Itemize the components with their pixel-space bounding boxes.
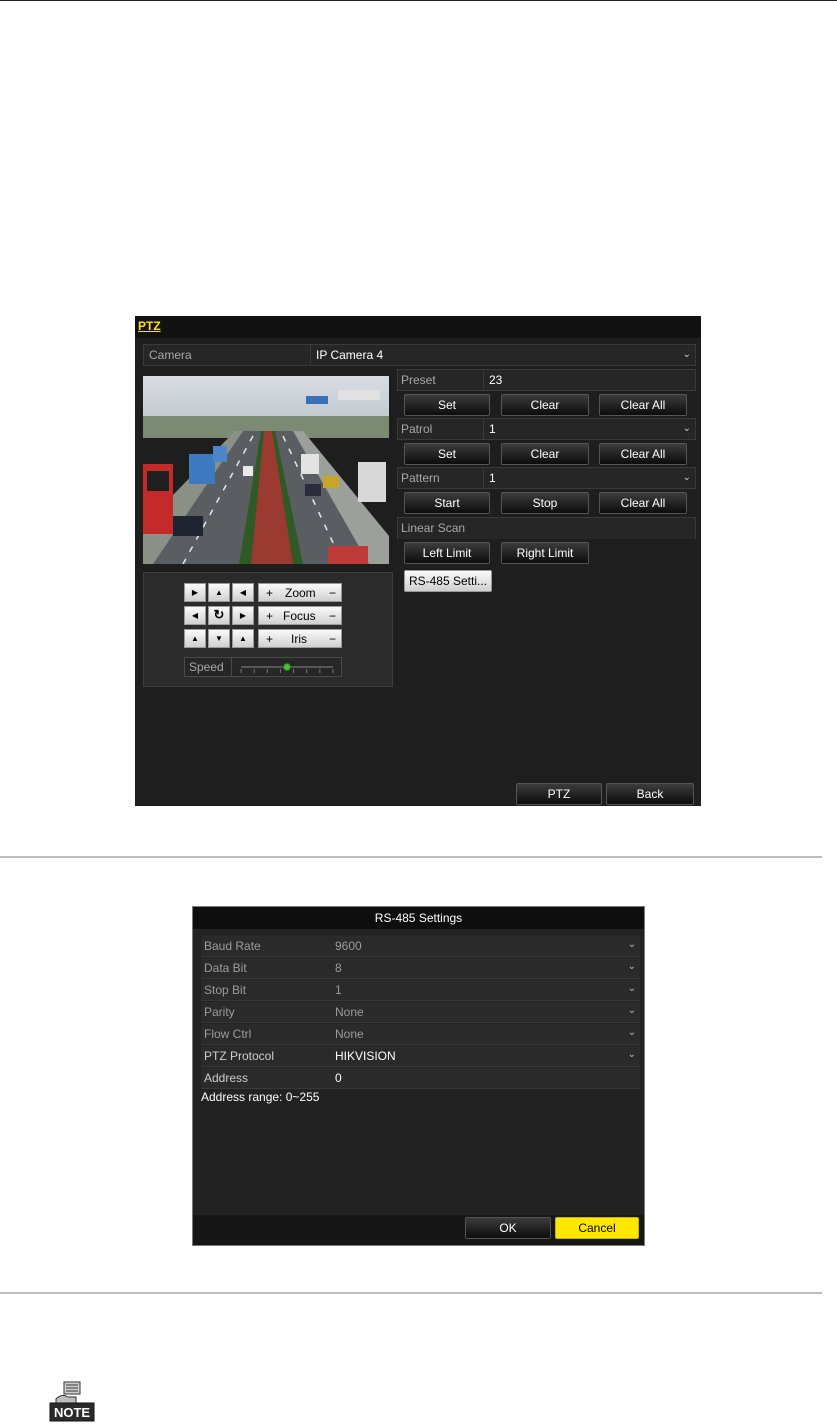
section-divider xyxy=(0,856,822,858)
focus-control[interactable]: + Focus − xyxy=(258,606,342,625)
chevron-down-icon: ⌄ xyxy=(627,983,636,994)
arrow-up-right-icon[interactable]: ◀ xyxy=(232,583,254,602)
iris-close-button[interactable]: − xyxy=(329,632,336,646)
data-bit-label: Data Bit xyxy=(204,961,247,975)
preset-field[interactable]: Preset 23 xyxy=(397,369,696,391)
cancel-button[interactable]: Cancel xyxy=(555,1217,639,1239)
note-icon: NOTE xyxy=(46,1381,98,1423)
rs485-dialog: RS-485 Settings Baud Rate 9600 ⌄ Data Bi… xyxy=(192,906,645,1246)
linear-scan-label: Linear Scan xyxy=(401,521,466,535)
arrow-right-icon[interactable]: ▶ xyxy=(232,606,254,625)
zoom-in-button[interactable]: + xyxy=(266,586,273,600)
flow-ctrl-value: None xyxy=(335,1027,364,1041)
address-label: Address xyxy=(204,1071,249,1085)
address-field[interactable]: Address 0 xyxy=(201,1068,640,1089)
flow-ctrl-label: Flow Ctrl xyxy=(204,1027,252,1041)
arrow-down-left-icon[interactable]: ▲ xyxy=(184,629,206,648)
arrow-down-right-icon[interactable]: ▲ xyxy=(232,629,254,648)
highway-image xyxy=(143,376,389,564)
ptz-title: PTZ xyxy=(138,319,161,333)
chevron-down-icon: ⌄ xyxy=(682,349,691,360)
camera-select[interactable]: Camera IP Camera 4 ⌄ xyxy=(143,344,696,366)
stop-bit-label: Stop Bit xyxy=(204,983,247,997)
preset-clear-all-button[interactable]: Clear All xyxy=(599,394,687,416)
patrol-clear-all-button[interactable]: Clear All xyxy=(599,443,687,465)
right-limit-button[interactable]: Right Limit xyxy=(501,542,589,564)
address-value: 0 xyxy=(335,1071,342,1085)
zoom-label: Zoom xyxy=(285,586,316,600)
ptz-window: PTZ Camera IP Camera 4 ⌄ Preset 23 Set C… xyxy=(135,316,701,806)
iris-open-button[interactable]: + xyxy=(266,632,273,646)
arrow-up-icon[interactable]: ▲ xyxy=(208,583,230,602)
speed-control: Speed xyxy=(184,657,342,677)
section-divider xyxy=(0,1292,822,1294)
focus-near-button[interactable]: + xyxy=(266,609,273,623)
note-label: NOTE xyxy=(54,1405,90,1420)
rs485-settings-button[interactable]: RS-485 Setti... xyxy=(404,570,492,592)
speed-label: Speed xyxy=(189,660,224,674)
patrol-set-button[interactable]: Set xyxy=(404,443,490,465)
chevron-down-icon: ⌄ xyxy=(627,961,636,972)
patrol-value: 1 xyxy=(489,422,496,436)
arrow-down-icon[interactable]: ▼ xyxy=(208,629,230,648)
speed-slider[interactable] xyxy=(237,659,337,675)
pattern-start-button[interactable]: Start xyxy=(404,492,490,514)
pattern-select[interactable]: Pattern 1 ⌄ xyxy=(397,467,696,489)
stop-bit-select[interactable]: Stop Bit 1 ⌄ xyxy=(201,980,640,1001)
patrol-select[interactable]: Patrol 1 ⌄ xyxy=(397,418,696,440)
ptz-protocol-value: HIKVISION xyxy=(335,1049,396,1063)
camera-label: Camera xyxy=(149,348,192,362)
preset-label: Preset xyxy=(401,373,436,387)
chevron-down-icon: ⌄ xyxy=(627,1005,636,1016)
address-range-hint: Address range: 0~255 xyxy=(201,1090,320,1104)
arrow-up-left-icon[interactable]: ▶ xyxy=(184,583,206,602)
data-bit-select[interactable]: Data Bit 8 ⌄ xyxy=(201,958,640,979)
chevron-down-icon: ⌄ xyxy=(682,423,691,434)
baud-rate-select[interactable]: Baud Rate 9600 ⌄ xyxy=(201,936,640,957)
iris-control[interactable]: + Iris − xyxy=(258,629,342,648)
pattern-value: 1 xyxy=(489,471,496,485)
pattern-stop-button[interactable]: Stop xyxy=(501,492,589,514)
chevron-down-icon: ⌄ xyxy=(627,939,636,950)
auto-rotate-icon[interactable]: ↻ xyxy=(208,606,230,625)
baud-rate-label: Baud Rate xyxy=(204,939,261,953)
ptz-protocol-label: PTZ Protocol xyxy=(204,1049,275,1063)
preset-set-button[interactable]: Set xyxy=(404,394,490,416)
ptz-control-panel: ▶ ▲ ◀ ◀ ↻ ▶ ▲ ▼ ▲ + Zoom − + Focus − + I… xyxy=(143,572,393,687)
ok-button[interactable]: OK xyxy=(465,1217,551,1239)
ptz-protocol-select[interactable]: PTZ Protocol HIKVISION ⌄ xyxy=(201,1046,640,1067)
chevron-down-icon: ⌄ xyxy=(627,1027,636,1038)
arrow-left-icon[interactable]: ◀ xyxy=(184,606,206,625)
zoom-out-button[interactable]: − xyxy=(329,586,336,600)
zoom-control[interactable]: + Zoom − xyxy=(258,583,342,602)
ptz-titlebar: PTZ xyxy=(135,316,701,338)
left-limit-button[interactable]: Left Limit xyxy=(404,542,490,564)
ptz-button[interactable]: PTZ xyxy=(516,783,602,805)
speed-slider-thumb[interactable] xyxy=(283,663,291,671)
focus-label: Focus xyxy=(283,609,316,623)
parity-label: Parity xyxy=(204,1005,235,1019)
top-rule xyxy=(0,0,837,1)
iris-label: Iris xyxy=(291,632,307,646)
camera-preview[interactable] xyxy=(143,376,389,564)
camera-value: IP Camera 4 xyxy=(316,348,384,362)
data-bit-value: 8 xyxy=(335,961,342,975)
patrol-label: Patrol xyxy=(401,422,433,436)
pattern-clear-all-button[interactable]: Clear All xyxy=(599,492,687,514)
preset-clear-button[interactable]: Clear xyxy=(501,394,589,416)
back-button[interactable]: Back xyxy=(606,783,694,805)
preset-value: 23 xyxy=(489,373,503,387)
focus-far-button[interactable]: − xyxy=(329,609,336,623)
flow-ctrl-select[interactable]: Flow Ctrl None ⌄ xyxy=(201,1024,640,1045)
parity-select[interactable]: Parity None ⌄ xyxy=(201,1002,640,1023)
parity-value: None xyxy=(335,1005,364,1019)
linear-scan-row: Linear Scan xyxy=(397,517,696,539)
chevron-down-icon: ⌄ xyxy=(627,1049,636,1060)
patrol-clear-button[interactable]: Clear xyxy=(501,443,589,465)
pattern-label: Pattern xyxy=(401,471,440,485)
chevron-down-icon: ⌄ xyxy=(682,472,691,483)
rs485-title: RS-485 Settings xyxy=(193,907,644,929)
stop-bit-value: 1 xyxy=(335,983,342,997)
baud-rate-value: 9600 xyxy=(335,939,362,953)
